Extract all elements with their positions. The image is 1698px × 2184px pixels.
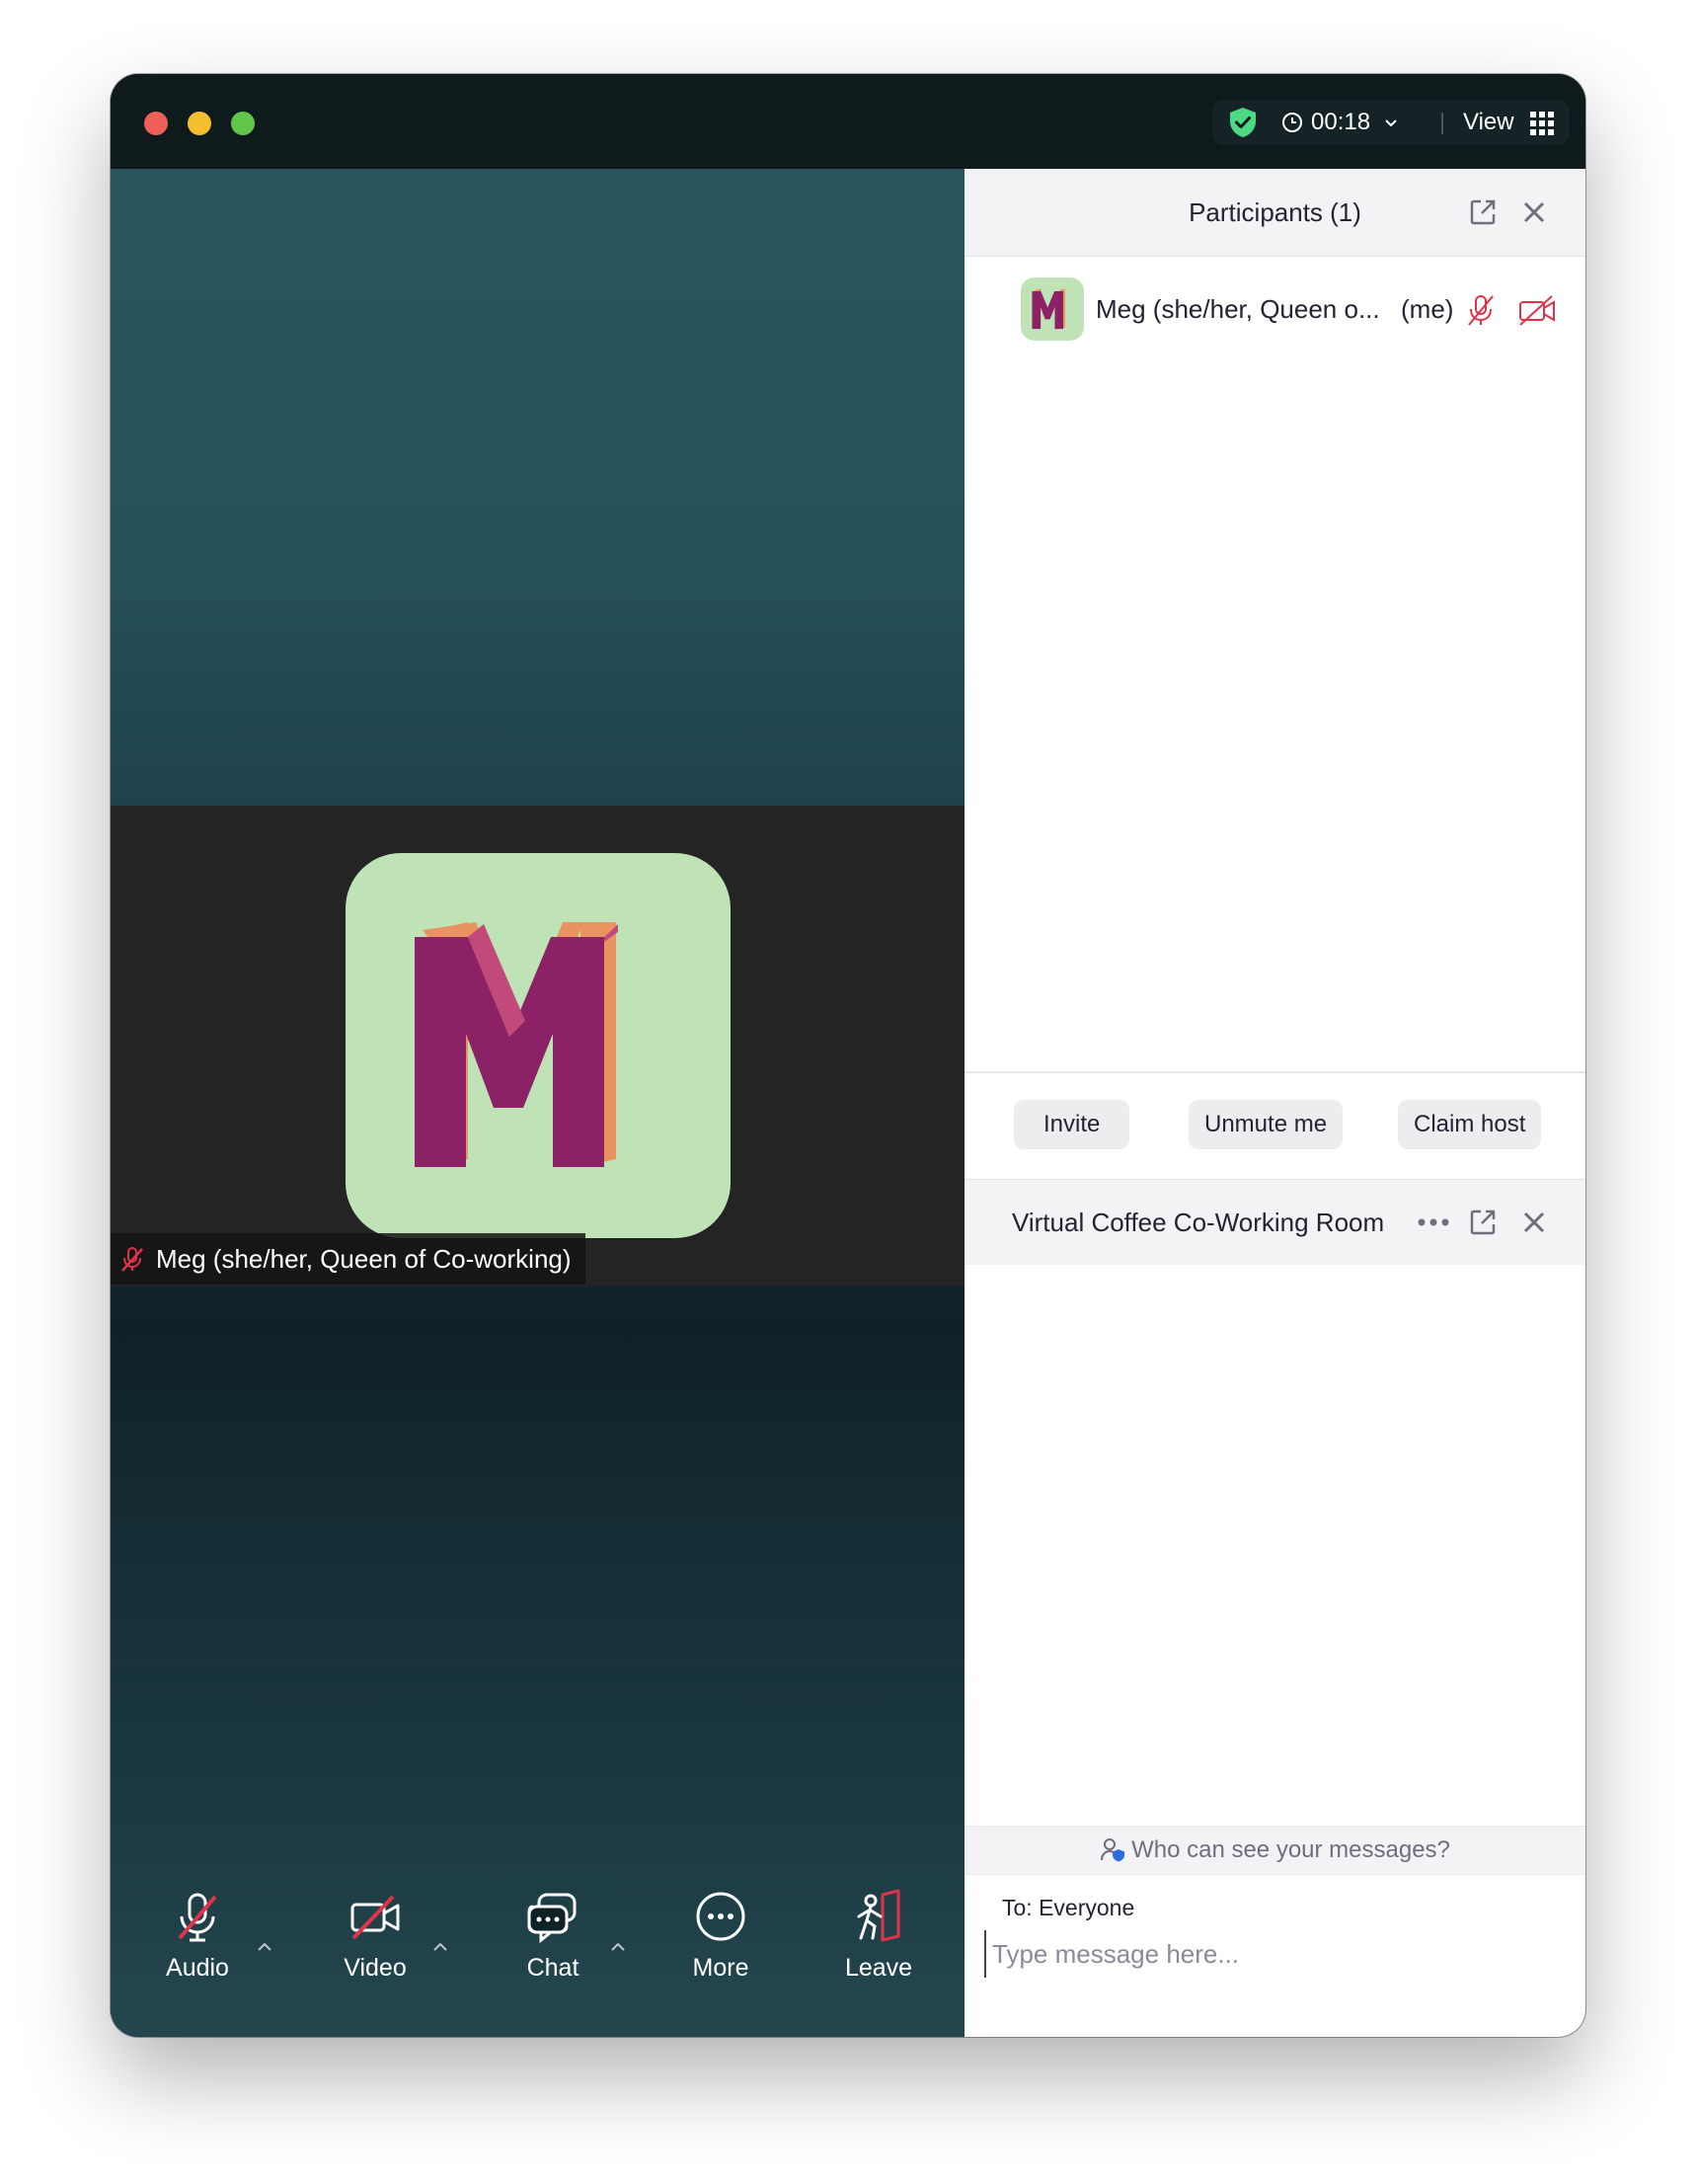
shield-check-icon[interactable] bbox=[1226, 106, 1260, 139]
audio-options-caret-icon[interactable] bbox=[255, 1940, 274, 1954]
clock-icon bbox=[1282, 113, 1302, 132]
leave-icon bbox=[857, 1889, 900, 1942]
close-icon[interactable] bbox=[1519, 1208, 1549, 1237]
audio-button[interactable]: Audio bbox=[150, 1889, 245, 1983]
participants-header: Participants (1) bbox=[965, 169, 1585, 257]
more-button[interactable]: More bbox=[673, 1889, 768, 1983]
video-label: Video bbox=[344, 1954, 407, 1982]
chevron-down-icon bbox=[1385, 119, 1397, 127]
message-visibility-label: Who can see your messages? bbox=[1131, 1836, 1450, 1863]
meeting-info-bar: 00:18 View bbox=[1212, 100, 1570, 145]
leave-button[interactable]: Leave bbox=[831, 1889, 926, 1983]
audio-label: Audio bbox=[166, 1954, 229, 1982]
participant-name: Meg (she/her, Queen of Co-working) bbox=[156, 1244, 572, 1274]
avatar-m-logo bbox=[1032, 288, 1065, 330]
grid-view-icon[interactable] bbox=[1530, 112, 1554, 135]
more-label: More bbox=[692, 1954, 749, 1982]
video-off-icon bbox=[350, 1895, 400, 1940]
close-window-button[interactable] bbox=[144, 112, 168, 135]
title-bar: 00:18 View bbox=[111, 74, 1585, 169]
claim-host-button[interactable]: Claim host bbox=[1398, 1100, 1542, 1149]
minimize-window-button[interactable] bbox=[188, 112, 211, 135]
chat-button[interactable]: Chat bbox=[505, 1889, 600, 1983]
meeting-window: 00:18 View Meg (she/her, Queen of Co-wor… bbox=[111, 74, 1585, 2037]
mic-muted-icon bbox=[121, 1247, 143, 1272]
me-tag: (me) bbox=[1401, 294, 1454, 324]
video-options-caret-icon[interactable] bbox=[430, 1940, 450, 1954]
participant-avatar bbox=[346, 853, 731, 1238]
pop-out-icon[interactable] bbox=[1468, 197, 1498, 227]
more-options-icon[interactable] bbox=[1416, 1209, 1455, 1235]
meeting-timer[interactable]: 00:18 bbox=[1281, 100, 1400, 145]
divider bbox=[1441, 113, 1443, 134]
timer-text: 00:18 bbox=[1311, 109, 1371, 135]
participant-avatar bbox=[1021, 277, 1084, 341]
side-panel: Participants (1) Meg (she/her, Queen o..… bbox=[965, 169, 1585, 2037]
participant-video-tile[interactable]: Meg (she/her, Queen of Co-working) bbox=[111, 806, 965, 1286]
video-button[interactable]: Video bbox=[328, 1889, 423, 1983]
invite-button[interactable]: Invite bbox=[1014, 1100, 1130, 1149]
chat-label: Chat bbox=[526, 1954, 579, 1982]
chat-options-caret-icon[interactable] bbox=[608, 1940, 628, 1954]
avatar-m-logo bbox=[415, 922, 618, 1167]
leave-label: Leave bbox=[844, 1954, 913, 1982]
message-visibility-text: Who can see your messages? bbox=[965, 1827, 1585, 1874]
chat-icon bbox=[527, 1893, 577, 1944]
close-icon[interactable] bbox=[1519, 197, 1549, 227]
pop-out-icon[interactable] bbox=[1468, 1208, 1498, 1237]
participant-name-tag: Meg (she/her, Queen of Co-working) bbox=[111, 1233, 585, 1285]
message-visibility-bar[interactable]: Who can see your messages? bbox=[965, 1826, 1585, 1875]
message-input[interactable] bbox=[984, 1930, 1567, 1978]
chat-title: Virtual Coffee Co-Working Room bbox=[1012, 1208, 1385, 1237]
recipient-selector[interactable]: To: Everyone bbox=[1002, 1895, 1134, 1921]
divider bbox=[965, 1071, 1585, 1073]
view-button-label[interactable]: View bbox=[1463, 100, 1514, 145]
mic-muted-icon[interactable] bbox=[1464, 293, 1498, 327]
participant-name: Meg (she/her, Queen o... bbox=[1096, 294, 1380, 324]
mic-muted-icon bbox=[178, 1893, 217, 1942]
participant-list-item[interactable]: Meg (she/her, Queen o... (me) bbox=[965, 274, 1585, 344]
video-area: Meg (she/her, Queen of Co-working) bbox=[111, 169, 965, 2037]
zoom-window-button[interactable] bbox=[231, 112, 255, 135]
more-icon bbox=[696, 1892, 745, 1941]
chat-header: Virtual Coffee Co-Working Room bbox=[965, 1179, 1585, 1265]
person-shield-icon bbox=[1101, 1838, 1125, 1862]
unmute-me-button[interactable]: Unmute me bbox=[1189, 1100, 1344, 1149]
video-off-icon[interactable] bbox=[1517, 293, 1557, 327]
